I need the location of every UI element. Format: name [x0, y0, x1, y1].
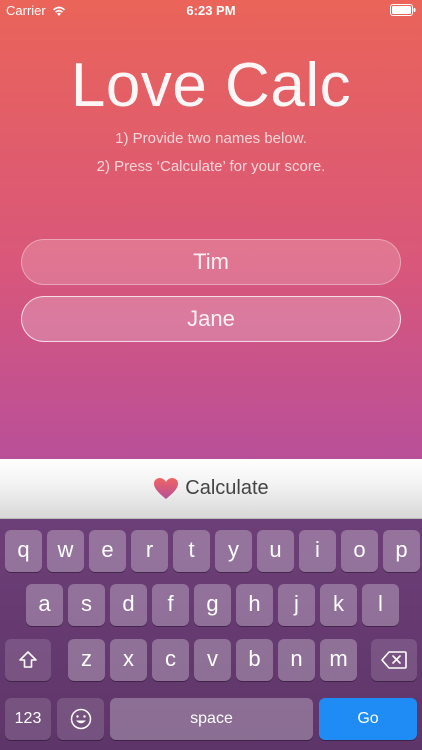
- keyboard-row-3: zxcvbnm: [0, 639, 422, 681]
- battery-icon: [390, 4, 416, 16]
- key-h[interactable]: h: [236, 584, 273, 626]
- delete-key[interactable]: [371, 639, 417, 681]
- emoji-key[interactable]: [57, 698, 104, 740]
- key-c[interactable]: c: [152, 639, 189, 681]
- space-key[interactable]: space: [110, 698, 313, 740]
- calculate-label: Calculate: [185, 477, 269, 499]
- key-r[interactable]: r: [131, 530, 168, 572]
- clock: 6:23 PM: [186, 3, 236, 18]
- key-m[interactable]: m: [320, 639, 357, 681]
- calculate-button[interactable]: Calculate: [0, 459, 422, 519]
- key-f[interactable]: f: [152, 584, 189, 626]
- instruction-line-2: 2) Press ‘Calculate’ for your score.: [96, 158, 326, 175]
- shift-icon: [19, 651, 37, 668]
- status-bar: Carrier 6:23 PM: [0, 0, 422, 22]
- key-p[interactable]: p: [383, 530, 420, 572]
- key-s[interactable]: s: [68, 584, 105, 626]
- app-title: Love Calc: [70, 51, 352, 120]
- key-v[interactable]: v: [194, 639, 231, 681]
- go-key[interactable]: Go: [319, 698, 417, 740]
- key-x[interactable]: x: [110, 639, 147, 681]
- keyboard-row-4: 123 space Go: [0, 698, 422, 740]
- shift-key[interactable]: [5, 639, 51, 681]
- key-o[interactable]: o: [341, 530, 378, 572]
- key-q[interactable]: q: [5, 530, 42, 572]
- key-j[interactable]: j: [278, 584, 315, 626]
- key-a[interactable]: a: [26, 584, 63, 626]
- first-name-field[interactable]: Tim: [21, 239, 401, 285]
- key-u[interactable]: u: [257, 530, 294, 572]
- heart-icon: [154, 477, 179, 499]
- key-l[interactable]: l: [362, 584, 399, 626]
- key-w[interactable]: w: [47, 530, 84, 572]
- key-e[interactable]: e: [89, 530, 126, 572]
- key-g[interactable]: g: [194, 584, 231, 626]
- keyboard-row-2: asdfghjkl: [0, 584, 422, 626]
- key-z[interactable]: z: [68, 639, 105, 681]
- key-i[interactable]: i: [299, 530, 336, 572]
- key-t[interactable]: t: [173, 530, 210, 572]
- keyboard-row-1: qwertyuiop: [0, 530, 422, 572]
- keyboard: qwertyuiop asdfghjkl zxcvbnm 123 space G…: [0, 519, 422, 750]
- key-y[interactable]: y: [215, 530, 252, 572]
- instruction-line-1: 1) Provide two names below.: [115, 130, 307, 147]
- key-k[interactable]: k: [320, 584, 357, 626]
- key-n[interactable]: n: [278, 639, 315, 681]
- backspace-icon: [381, 651, 407, 669]
- second-name-field[interactable]: Jane: [21, 296, 401, 342]
- emoji-icon: [70, 708, 91, 730]
- numbers-key[interactable]: 123: [5, 698, 51, 740]
- key-b[interactable]: b: [236, 639, 273, 681]
- key-d[interactable]: d: [110, 584, 147, 626]
